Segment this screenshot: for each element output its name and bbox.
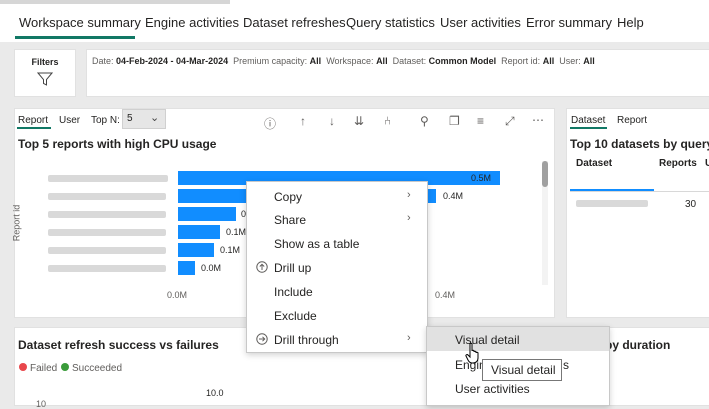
menu-item-include[interactable]: Include (274, 285, 313, 299)
subtab-dataset-underline (570, 127, 607, 129)
dataset-name-blurred (576, 200, 648, 207)
menu-item-drill-up[interactable]: Drill up (274, 261, 311, 275)
subtab-user[interactable]: User (59, 115, 80, 126)
bar-5-label: 0.1M (220, 245, 241, 255)
filter-funnel-icon (37, 72, 53, 86)
bar-1-label: 0.5M (471, 173, 492, 183)
bar-6[interactable] (178, 261, 195, 275)
drill-up-icon (256, 261, 268, 273)
chevron-right-icon: › (407, 212, 411, 224)
chevron-right-icon: › (407, 332, 411, 344)
filters-button[interactable]: Filters (14, 49, 76, 97)
more-options-icon[interactable]: ⋯ (532, 113, 544, 127)
focus-mode-icon[interactable]: ⤢ (505, 114, 515, 129)
filter-workspace-key: Workspace: (326, 56, 374, 66)
filter-workspace-value: All (376, 56, 388, 66)
bar-4[interactable] (178, 225, 220, 239)
filter-user-value: All (583, 56, 595, 66)
bar-6-label: 0.0M (201, 263, 222, 273)
menu-item-drill-through[interactable]: Drill through (274, 333, 339, 347)
submenu-item-user-activities[interactable]: User activities (455, 382, 530, 396)
chevron-down-icon: ⌄ (150, 112, 160, 124)
menu-item-show-as-table[interactable]: Show as a table (274, 237, 359, 251)
category-label-blurred (48, 175, 168, 182)
filter-capacity-key: Premium capacity: (233, 56, 308, 66)
drill-through-icon (256, 333, 268, 345)
filter-reportid-key: Report id: (501, 56, 541, 66)
category-label-blurred (48, 211, 166, 218)
row-reports-value: 30 (685, 199, 697, 210)
legend-succeeded-label[interactable]: Succeeded (72, 363, 122, 374)
topn-select[interactable]: 5 ⌄ (122, 109, 166, 129)
x-tick-0: 0.0M (167, 290, 188, 300)
filter-reportid-value: All (542, 56, 555, 66)
tab-help[interactable]: Help (617, 15, 644, 30)
tab-dataset-refreshes[interactable]: Dataset refreshes (243, 15, 346, 30)
top-navigation: Workspace summary Engine activities Data… (0, 0, 709, 42)
filter-user-key: User: (559, 56, 581, 66)
category-label-blurred (48, 193, 166, 200)
filter-dataset-key: Dataset: (392, 56, 427, 66)
active-tab-indicator (15, 36, 135, 39)
legend-failed-dot (19, 363, 27, 371)
context-menu: Copy › Share › Show as a table Drill up … (246, 181, 428, 353)
tooltip: Visual detail (482, 359, 562, 381)
menu-item-share[interactable]: Share (274, 213, 306, 227)
copy-visual-icon[interactable]: ❐ (449, 114, 460, 128)
tooltip-text: Visual detail (491, 363, 556, 377)
tab-workspace-summary[interactable]: Workspace summary (19, 15, 141, 30)
tab-engine-activities[interactable]: Engine activities (145, 15, 239, 30)
subtab-report-right[interactable]: Report (617, 115, 647, 126)
menu-item-copy[interactable]: Copy (274, 190, 302, 204)
filter-lines-icon[interactable]: ≡ (477, 114, 484, 128)
category-label-blurred (48, 229, 166, 236)
data-value-label: 10.0 (206, 388, 224, 398)
menu-item-exclude[interactable]: Exclude (274, 309, 317, 323)
datasets-title: Top 10 datasets by query e (570, 137, 709, 151)
category-label-blurred (48, 265, 166, 272)
legend-succeeded-dot (61, 363, 69, 371)
bar-5[interactable] (178, 243, 214, 257)
topn-value: 5 (127, 113, 133, 124)
bar-3[interactable] (178, 207, 236, 221)
col-users[interactable]: U (705, 158, 709, 169)
bar-4-label: 0.1M (226, 227, 247, 237)
tab-user-activities[interactable]: User activities (440, 15, 521, 30)
expand-hierarchy-icon[interactable]: ⑃ (384, 114, 391, 128)
tab-error-summary[interactable]: Error summary (526, 15, 612, 30)
subtab-report-underline (17, 127, 51, 129)
y-axis-label: Report id (11, 204, 22, 242)
subtab-report[interactable]: Report (18, 115, 48, 126)
col-reports[interactable]: Reports (659, 158, 697, 169)
subtab-dataset[interactable]: Dataset (571, 115, 605, 126)
filter-dataset-value: Common Model (428, 56, 497, 66)
filters-label: Filters (31, 57, 59, 67)
bar-2-label: 0.4M (443, 191, 464, 201)
pin-icon[interactable]: ⚲ (420, 114, 429, 128)
filter-date-value: 04-Feb-2024 - 04-Mar-2024 (116, 56, 229, 66)
expand-all-down-icon[interactable]: ⇊ (354, 114, 364, 128)
col-dataset[interactable]: Dataset (576, 158, 612, 169)
filter-summary-bar: Date: 04-Feb-2024 - 04-Mar-2024 Premium … (86, 49, 709, 97)
legend-failed-label[interactable]: Failed (30, 363, 57, 374)
submenu-item-engine-tail: s (563, 358, 569, 372)
refresh-title: Dataset refresh success vs failures (18, 338, 219, 352)
y-axis-tick: 10 (36, 399, 47, 409)
chart-scrollbar-thumb[interactable] (542, 161, 548, 187)
category-label-blurred (48, 247, 166, 254)
help-icon[interactable]: ⓘ (264, 115, 276, 132)
drill-down-arrow-icon[interactable]: ↓ (329, 114, 335, 128)
x-tick-1: 0.4M (435, 290, 456, 300)
hand-cursor-icon (465, 342, 479, 364)
top-edge (0, 0, 230, 4)
filter-summary-text: Date: 04-Feb-2024 - 04-Mar-2024 Premium … (92, 56, 595, 66)
filter-date-key: Date: (92, 56, 114, 66)
tab-query-statistics[interactable]: Query statistics (346, 15, 435, 30)
table-divider (570, 191, 709, 192)
chevron-right-icon: › (407, 189, 411, 201)
cpu-usage-title: Top 5 reports with high CPU usage (18, 137, 217, 151)
filter-capacity-value: All (309, 56, 322, 66)
topn-label: Top N: (91, 115, 120, 126)
drill-up-arrow-icon[interactable]: ↑ (300, 114, 306, 128)
